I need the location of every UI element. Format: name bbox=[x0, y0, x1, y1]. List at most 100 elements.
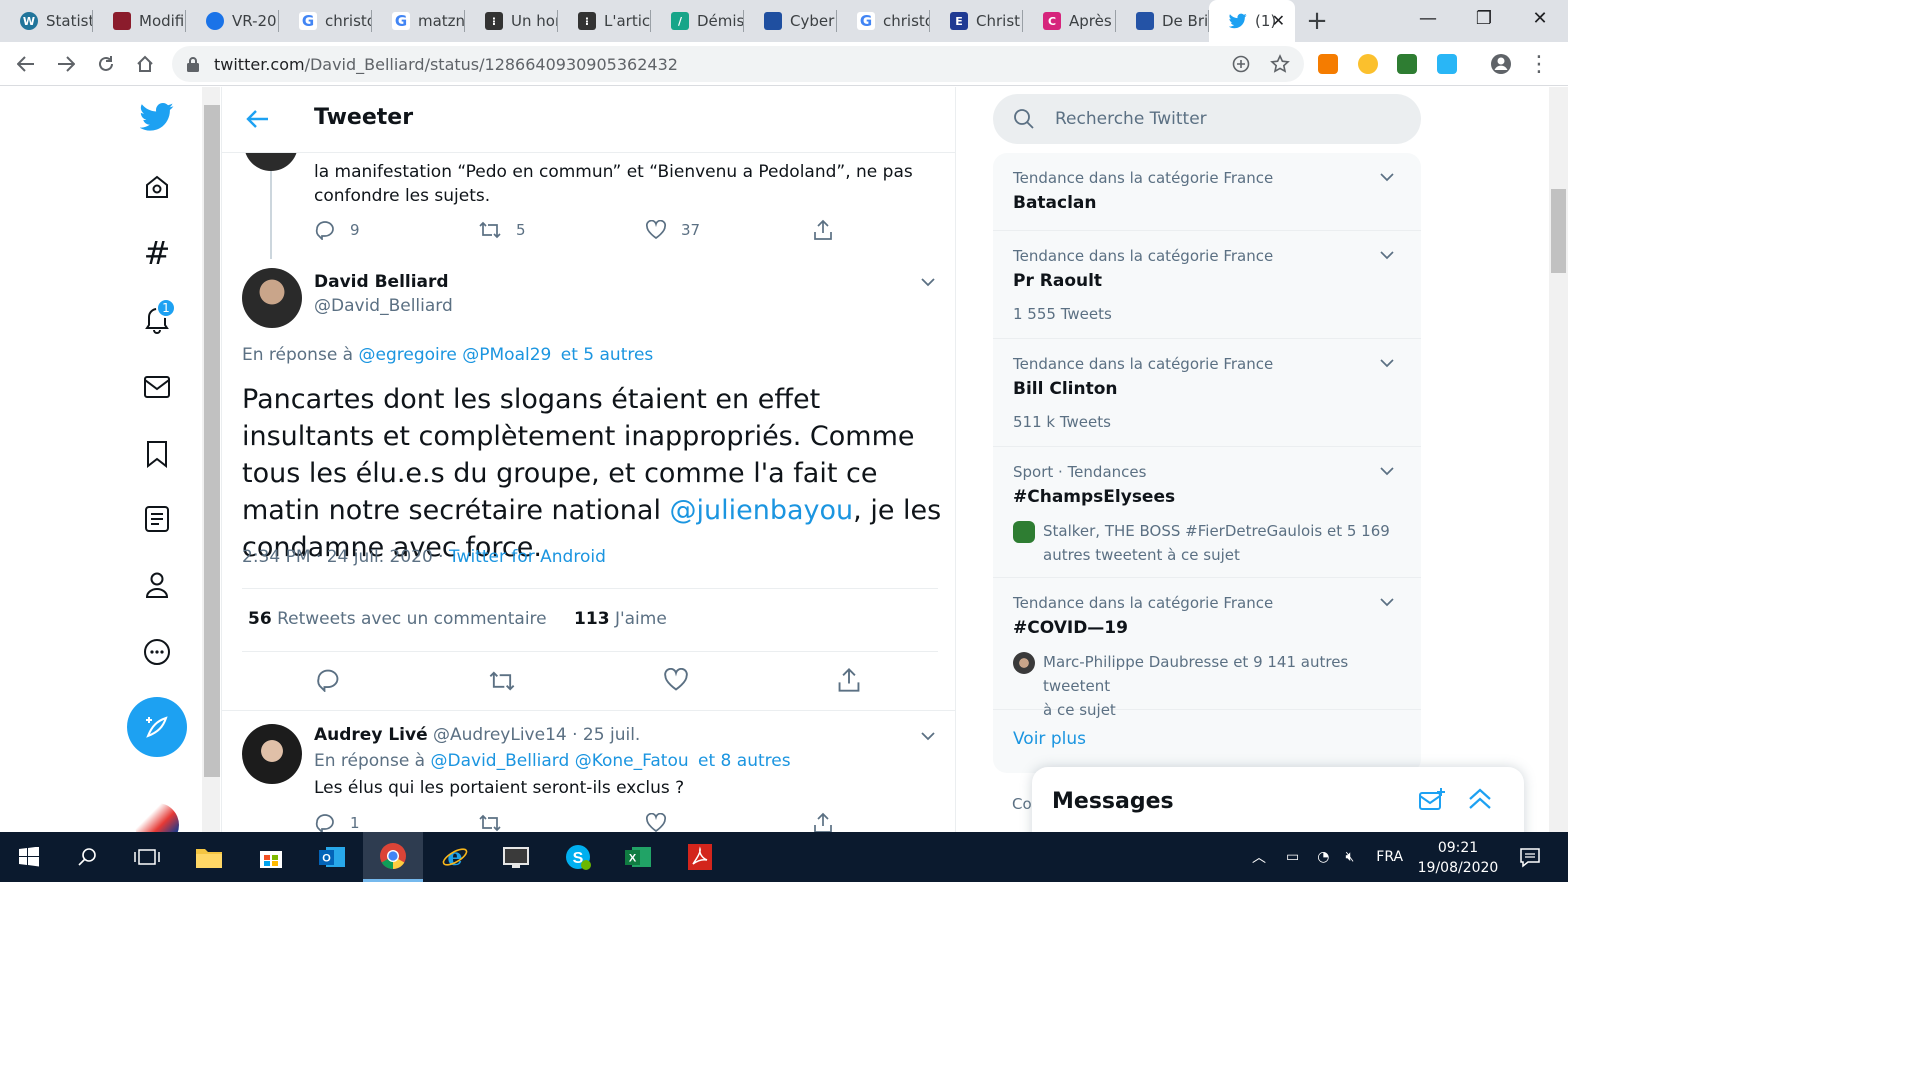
home-button[interactable] bbox=[131, 50, 159, 78]
new-message-icon[interactable] bbox=[1418, 787, 1446, 813]
close-window-button[interactable]: ✕ bbox=[1510, 0, 1570, 36]
likes-stat[interactable]: 113 J'aime bbox=[574, 609, 667, 629]
restore-button[interactable]: ❐ bbox=[1454, 0, 1514, 36]
tab-cyber[interactable]: Cyber bbox=[744, 0, 837, 42]
internet-explorer-icon[interactable]: e bbox=[437, 840, 473, 874]
remote-desktop-icon[interactable] bbox=[498, 840, 534, 874]
tab-un-hor[interactable]: ⁝ Un hor bbox=[465, 0, 558, 42]
reply-tweet-avatar[interactable] bbox=[242, 724, 302, 784]
main-reply-button[interactable] bbox=[315, 668, 341, 692]
trend-item[interactable]: Tendance dans la catégorie France #COVID… bbox=[993, 578, 1421, 719]
store-icon[interactable] bbox=[253, 840, 289, 874]
url-field[interactable]: twitter.com/David_Belliard/status/128664… bbox=[172, 46, 1304, 82]
reply-others-link[interactable]: et 5 autres bbox=[561, 345, 654, 365]
search-input[interactable]: Recherche Twitter bbox=[993, 94, 1421, 144]
bookmarks-icon[interactable] bbox=[137, 434, 177, 474]
compose-tweet-button[interactable] bbox=[127, 697, 187, 757]
tab-demission[interactable]: / Démis bbox=[651, 0, 744, 42]
task-view-icon[interactable] bbox=[129, 840, 165, 874]
chevron-down-icon[interactable] bbox=[1379, 463, 1395, 479]
twitter-logo-icon[interactable] bbox=[137, 97, 177, 137]
main-retweet-button[interactable] bbox=[488, 669, 516, 693]
reply-mention-2[interactable]: @PMoal29 bbox=[462, 345, 551, 365]
mention-link[interactable]: @julienbayou bbox=[670, 495, 854, 526]
profile-person-icon[interactable] bbox=[137, 565, 177, 605]
tweet-menu-chevron-icon[interactable] bbox=[919, 273, 937, 291]
retweets-stat[interactable]: 56 Retweets avec un commentaire bbox=[248, 609, 547, 629]
retweet-button[interactable]: 5 bbox=[478, 220, 526, 240]
reply-tweet-share-button[interactable] bbox=[812, 812, 834, 832]
taskbar-clock[interactable]: 09:21 19/08/2020 bbox=[1410, 838, 1506, 878]
expand-chevrons-icon[interactable] bbox=[1466, 785, 1494, 813]
page-scrollbar[interactable] bbox=[1549, 87, 1568, 832]
see-more-link[interactable]: Voir plus bbox=[1013, 729, 1086, 749]
reply-author-handle[interactable]: @AudreyLive14 bbox=[433, 725, 567, 745]
author-handle[interactable]: @David_Belliard bbox=[314, 296, 453, 316]
tray-chevron-up-icon[interactable]: ︿ bbox=[1252, 847, 1266, 867]
reply-tweet-retweet-button[interactable] bbox=[478, 813, 502, 832]
chevron-down-icon[interactable] bbox=[1379, 594, 1395, 610]
tab-google-christo[interactable]: Gchristo bbox=[279, 0, 372, 42]
reply-date[interactable]: · 25 juil. bbox=[572, 725, 640, 745]
tab-christ[interactable]: E Christ bbox=[930, 0, 1023, 42]
trend-item[interactable]: Tendance dans la catégorie France Pr Rao… bbox=[993, 231, 1421, 339]
reply-tweet-mention-1[interactable]: @David_Belliard bbox=[431, 751, 570, 771]
more-options-icon[interactable] bbox=[137, 632, 177, 672]
tab-google-matzn[interactable]: Gmatzn bbox=[372, 0, 465, 42]
close-icon[interactable]: ✕ bbox=[1272, 11, 1285, 30]
main-tweet-avatar[interactable] bbox=[242, 268, 302, 328]
acrobat-icon[interactable] bbox=[682, 840, 718, 874]
wifi-icon[interactable]: ◔ bbox=[1317, 849, 1329, 865]
messages-drawer[interactable]: Messages bbox=[1032, 767, 1524, 832]
messages-envelope-icon[interactable] bbox=[137, 367, 177, 407]
reply-tweet-like-button[interactable] bbox=[645, 813, 667, 832]
chevron-down-icon[interactable] bbox=[1379, 169, 1395, 185]
tab-statistics[interactable]: WStatisti bbox=[0, 0, 93, 42]
language-indicator[interactable]: FRA bbox=[1376, 849, 1403, 865]
home-icon[interactable] bbox=[137, 167, 177, 207]
profile-icon[interactable] bbox=[1487, 50, 1515, 78]
chevron-down-icon[interactable] bbox=[1379, 355, 1395, 371]
main-like-button[interactable] bbox=[663, 668, 689, 692]
excel-icon[interactable]: X bbox=[620, 840, 656, 874]
tab-apres[interactable]: C Après bbox=[1023, 0, 1116, 42]
action-center-icon[interactable] bbox=[1512, 840, 1548, 874]
reply-author-name[interactable]: Audrey Livé bbox=[314, 725, 428, 745]
menu-kebab-icon[interactable]: ⋮ bbox=[1525, 50, 1553, 78]
share-button[interactable] bbox=[812, 219, 834, 241]
bookmark-star-icon[interactable] bbox=[1266, 50, 1294, 78]
tab-de-bri[interactable]: De Bri bbox=[1116, 0, 1209, 42]
like-button[interactable]: 37 bbox=[645, 220, 700, 240]
reply-button[interactable]: 9 bbox=[314, 220, 360, 240]
left-scrollbar-thumb[interactable] bbox=[204, 105, 220, 777]
search-icon[interactable] bbox=[70, 840, 106, 874]
main-share-button[interactable] bbox=[836, 667, 862, 693]
forward-button[interactable] bbox=[52, 50, 80, 78]
reload-button[interactable] bbox=[92, 50, 120, 78]
left-scrollbar[interactable] bbox=[202, 87, 220, 832]
reply-menu-chevron-icon[interactable] bbox=[919, 727, 937, 745]
tab-google-christo-2[interactable]: Gchristo bbox=[837, 0, 930, 42]
minimize-button[interactable]: — bbox=[1398, 0, 1458, 36]
new-tab-button[interactable]: + bbox=[1295, 0, 1339, 42]
trend-item[interactable]: Sport · Tendances #ChampsElysees Stalker… bbox=[993, 447, 1421, 578]
tab-article[interactable]: ⁝ L'artic bbox=[558, 0, 651, 42]
outlook-icon[interactable]: O bbox=[314, 840, 350, 874]
reply-tweet-mention-2[interactable]: @Kone_Fatou bbox=[575, 751, 689, 771]
reply-tweet-reply-button[interactable]: 1 bbox=[314, 813, 360, 832]
reply-tweet-others-link[interactable]: et 8 autres bbox=[698, 751, 791, 771]
extension-chart-icon[interactable] bbox=[1318, 54, 1338, 74]
battery-icon[interactable]: ▭ bbox=[1286, 849, 1299, 865]
tab-twitter[interactable]: (1) ✕ bbox=[1209, 0, 1295, 42]
chrome-icon[interactable] bbox=[363, 832, 423, 882]
skype-icon[interactable]: S bbox=[560, 840, 596, 874]
extension-green-icon[interactable] bbox=[1397, 54, 1417, 74]
back-button[interactable] bbox=[12, 50, 40, 78]
add-shortcut-icon[interactable] bbox=[1227, 50, 1255, 78]
lists-icon[interactable] bbox=[137, 499, 177, 539]
chevron-down-icon[interactable] bbox=[1379, 247, 1395, 263]
trend-item[interactable]: Tendance dans la catégorie France Batacl… bbox=[993, 153, 1421, 231]
tweet-source-link[interactable]: Twitter for Android bbox=[449, 547, 606, 567]
windows-start-icon[interactable] bbox=[11, 840, 47, 874]
explore-hashtag-icon[interactable]: # bbox=[137, 233, 177, 273]
